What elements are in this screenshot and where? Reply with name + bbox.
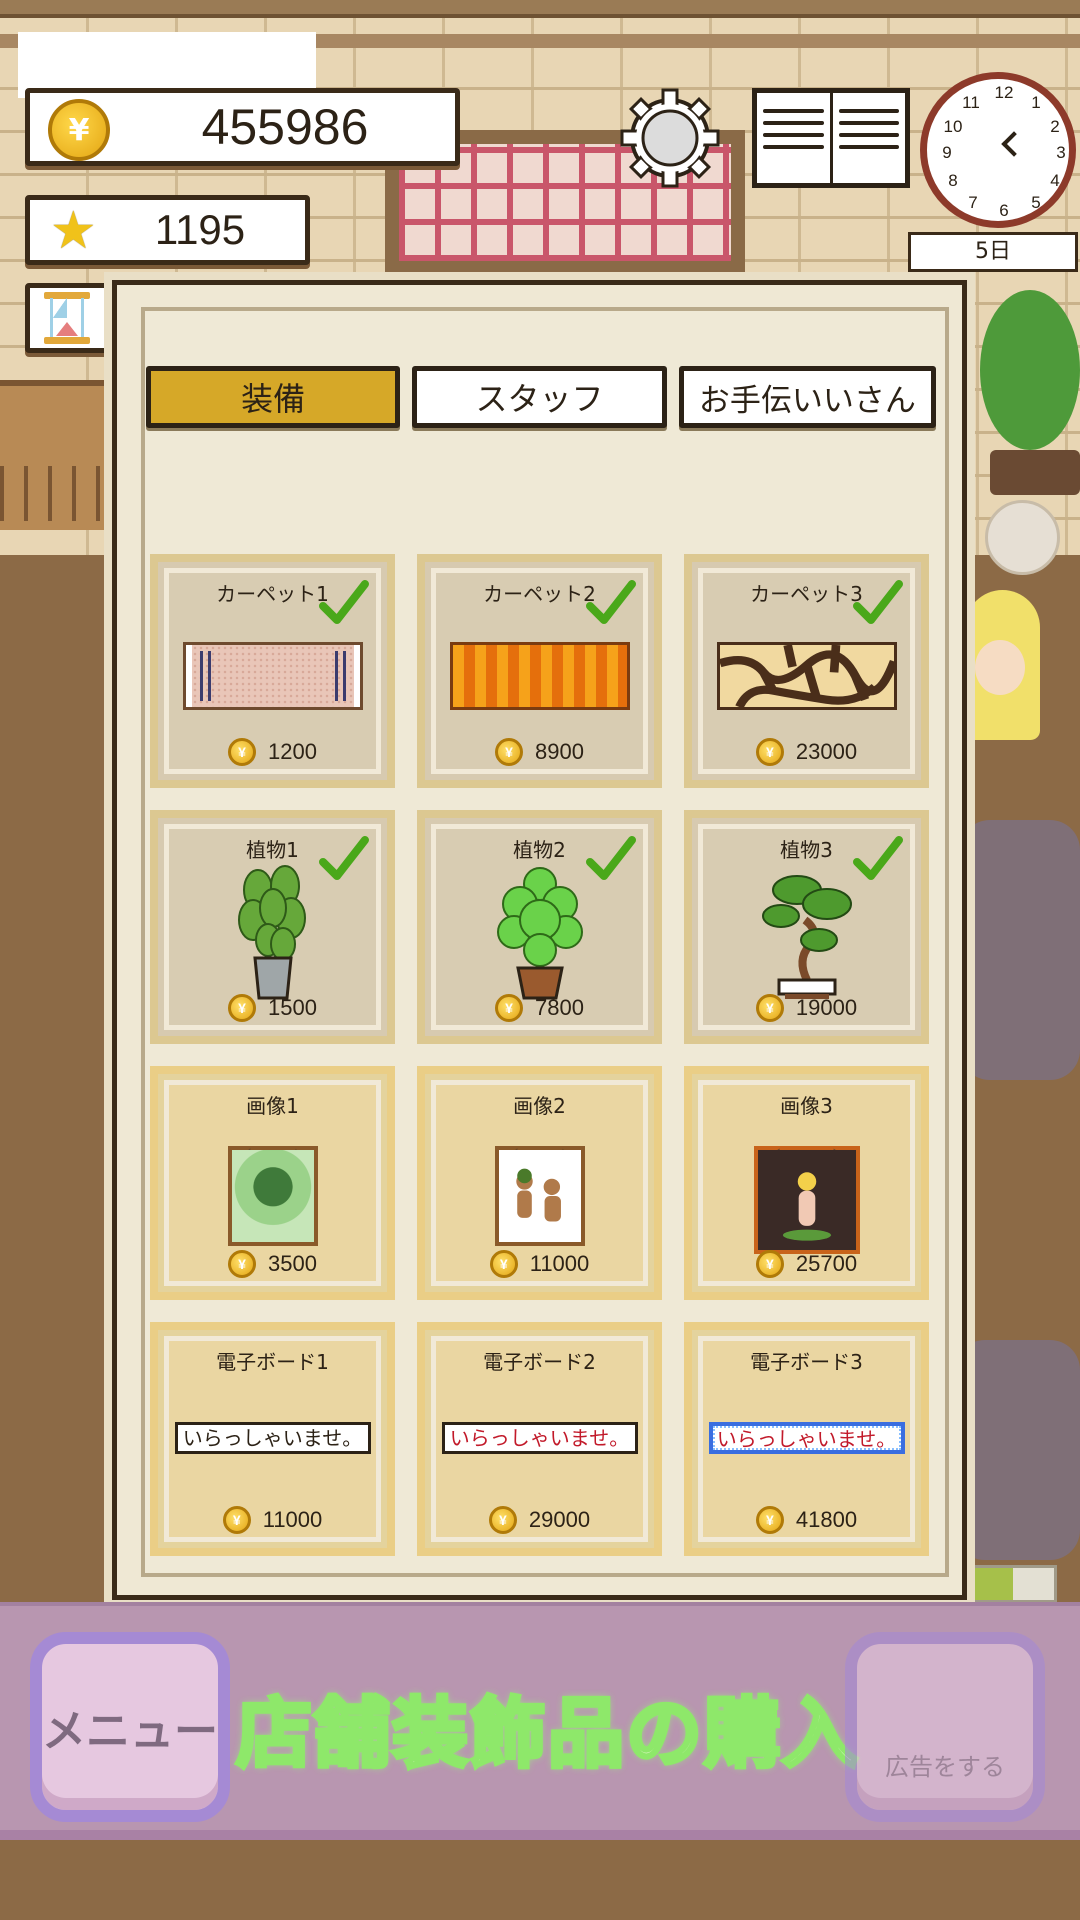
- book-icon[interactable]: [752, 88, 910, 188]
- shop-item-board-1[interactable]: 電子ボード1 いらっしゃいませ。 ¥11000: [150, 1322, 395, 1556]
- customer-thought-bubble: [985, 500, 1060, 575]
- menu-label: メニュー: [42, 1706, 218, 1757]
- advertise-label: 広告をする: [885, 1753, 1005, 1781]
- electronic-board-icon: いらっしゃいませ。: [441, 1422, 638, 1454]
- item-name: 画像2: [513, 1094, 566, 1118]
- item-name: 電子ボード3: [750, 1350, 863, 1374]
- sofa-2: [955, 1340, 1080, 1560]
- coin-icon: ¥: [228, 738, 257, 766]
- coin-icon: ¥: [228, 994, 257, 1022]
- hourglass-button[interactable]: [25, 283, 117, 353]
- tab-helper[interactable]: お手伝いいさん: [678, 366, 937, 428]
- owned-check-icon: [853, 580, 903, 624]
- coin-icon: ¥: [489, 1250, 518, 1278]
- shop-tabs: 装備 スタッフ お手伝いいさん: [146, 366, 937, 428]
- hourglass-icon: [44, 292, 90, 344]
- coin-icon: ¥: [755, 738, 784, 766]
- item-price: ¥1200: [158, 738, 387, 766]
- background-plant: [980, 290, 1080, 450]
- coin-icon: ¥: [222, 1506, 251, 1534]
- star-icon: ★: [50, 201, 97, 261]
- coin-icon: ¥: [755, 994, 784, 1022]
- plant-bonsai-icon: [761, 875, 852, 999]
- money-display: ¥ 455986: [25, 88, 460, 166]
- item-price: ¥7800: [425, 994, 654, 1022]
- star-value: 1195: [154, 206, 246, 253]
- counter: [0, 380, 120, 530]
- item-grid: カーペット1 ¥1200 カーペット2 ¥8900 カーペット3 ¥23000 …: [150, 554, 930, 1556]
- picture-frame-icon: [753, 1132, 860, 1254]
- electronic-board-icon: いらっしゃいませ。: [708, 1422, 905, 1454]
- tab-staff[interactable]: スタッフ: [412, 366, 667, 428]
- carpet-giraffe-icon: [716, 642, 897, 710]
- background-plant-pot: [990, 450, 1080, 495]
- shop-item-carpet-1[interactable]: カーペット1 ¥1200: [150, 554, 395, 788]
- shop-item-picture-2[interactable]: 画像2 ¥11000: [417, 1066, 662, 1300]
- owned-check-icon: [586, 580, 636, 624]
- electronic-board-icon: いらっしゃいませ。: [174, 1422, 371, 1454]
- shop-item-carpet-2[interactable]: カーペット2 ¥8900: [417, 554, 662, 788]
- shop-item-plant-1[interactable]: 植物1 ¥1500: [150, 810, 395, 1044]
- picture-frame-icon: [227, 1132, 318, 1246]
- item-price: ¥23000: [692, 738, 921, 766]
- item-name: 電子ボード2: [483, 1350, 596, 1374]
- screen-title: 店舗装飾品の購入: [234, 1687, 860, 1780]
- ceiling-beam: [0, 0, 1080, 18]
- item-price: ¥11000: [425, 1250, 654, 1278]
- progress-gauge: [962, 1565, 1057, 1603]
- item-price: ¥3500: [158, 1250, 387, 1278]
- shop-item-plant-2[interactable]: 植物2 ¥7800: [417, 810, 662, 1044]
- plant-pothos-icon: [237, 865, 306, 1000]
- coin-icon: ¥: [228, 1250, 257, 1278]
- yen-coin-icon: ¥: [48, 99, 110, 161]
- item-price: ¥8900: [425, 738, 654, 766]
- shop-item-carpet-3[interactable]: カーペット3 ¥23000: [684, 554, 929, 788]
- star-display: ★ 1195: [25, 195, 310, 265]
- sofa: [960, 820, 1080, 1080]
- item-price: ¥29000: [425, 1506, 654, 1534]
- shop-item-picture-3[interactable]: 画像3 ¥25700: [684, 1066, 929, 1300]
- customer-face: [975, 640, 1025, 695]
- item-price: ¥41800: [692, 1506, 921, 1534]
- owned-check-icon: [586, 836, 636, 880]
- menu-button[interactable]: メニュー: [30, 1632, 230, 1822]
- shop-item-board-3[interactable]: 電子ボード3 いらっしゃいませ。 ¥41800: [684, 1322, 929, 1556]
- picture-frame-icon: [494, 1132, 585, 1246]
- item-name: 画像1: [246, 1094, 299, 1118]
- item-price: ¥19000: [692, 994, 921, 1022]
- money-value: 455986: [201, 99, 369, 155]
- carpet-striped-icon: [449, 642, 630, 710]
- tab-equipment[interactable]: 装備: [146, 366, 401, 428]
- day-counter: 5日: [908, 232, 1078, 272]
- shop-item-picture-1[interactable]: 画像1 ¥3500: [150, 1066, 395, 1300]
- coin-icon: ¥: [495, 994, 524, 1022]
- shop-item-board-2[interactable]: 電子ボード2 いらっしゃいませ。 ¥29000: [417, 1322, 662, 1556]
- clock-icon: 12 1 2 3 4 5 6 7 8 9 10 11: [920, 72, 1076, 228]
- plant-bush-icon: [496, 867, 583, 1000]
- clock-hand: [1001, 131, 1027, 157]
- owned-check-icon: [319, 836, 369, 880]
- advertise-button[interactable]: 広告をする: [845, 1632, 1045, 1822]
- coin-icon: ¥: [755, 1506, 784, 1534]
- carpet-plain-icon: [182, 642, 363, 710]
- item-name: 画像3: [780, 1094, 833, 1118]
- item-price: ¥1500: [158, 994, 387, 1022]
- settings-gear-icon[interactable]: [620, 88, 720, 188]
- shop-item-plant-3[interactable]: 植物3 ¥19000: [684, 810, 929, 1044]
- item-price: ¥11000: [158, 1506, 387, 1534]
- item-price: ¥25700: [692, 1250, 921, 1278]
- coin-icon: ¥: [488, 1506, 517, 1534]
- owned-check-icon: [319, 580, 369, 624]
- item-name: 電子ボード1: [216, 1350, 329, 1374]
- coin-icon: ¥: [495, 738, 524, 766]
- coin-icon: ¥: [755, 1250, 784, 1278]
